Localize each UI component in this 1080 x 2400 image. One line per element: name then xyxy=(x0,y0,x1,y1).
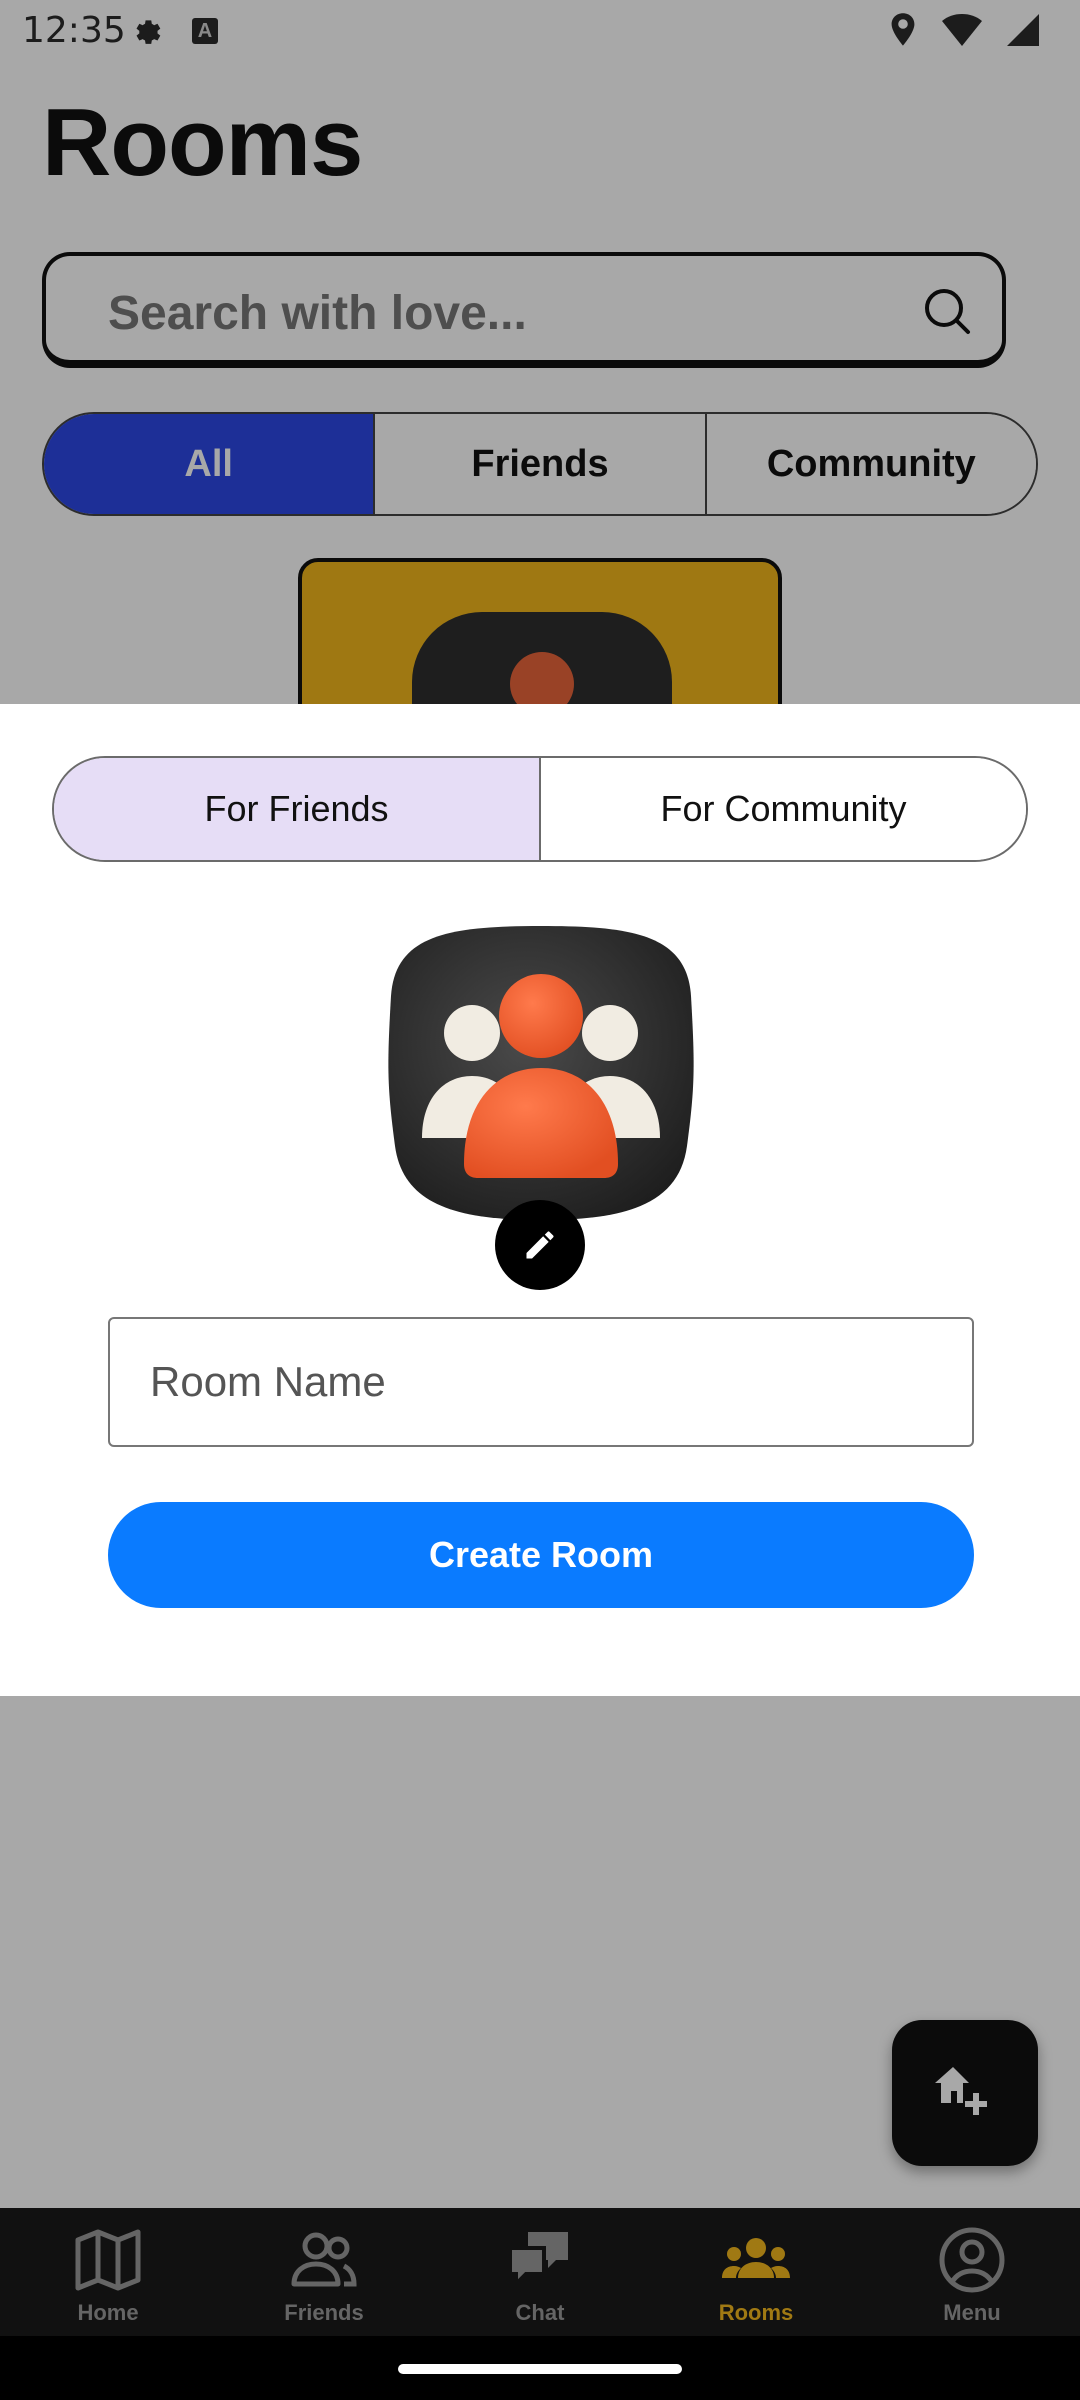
home-gesture-bar[interactable] xyxy=(398,2364,682,2374)
pencil-icon xyxy=(526,1231,554,1259)
edit-avatar-button[interactable] xyxy=(495,1200,585,1290)
room-name-field[interactable] xyxy=(108,1317,974,1447)
option-for-community[interactable]: For Community xyxy=(541,758,1026,860)
system-navigation-area xyxy=(0,2336,1080,2400)
room-type-toggle: For Friends For Community xyxy=(52,756,1028,862)
room-group-avatar-icon xyxy=(388,926,694,1220)
create-room-button[interactable]: Create Room xyxy=(108,1502,974,1608)
option-for-friends[interactable]: For Friends xyxy=(54,758,541,860)
room-name-input[interactable] xyxy=(110,1319,972,1445)
create-room-dialog: For Friends For Community Create Room xyxy=(0,704,1080,1696)
